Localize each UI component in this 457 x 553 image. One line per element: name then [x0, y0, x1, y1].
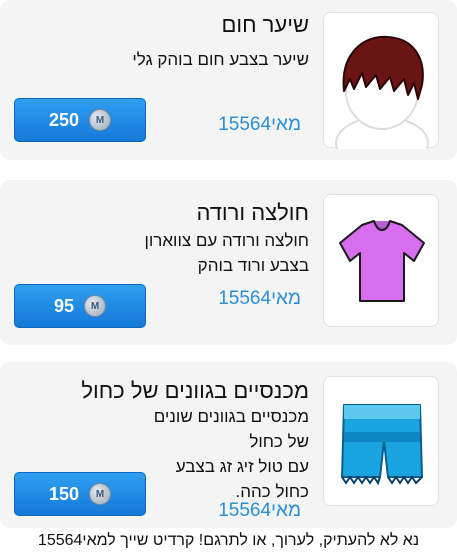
item-title: חולצה ורודה: [196, 200, 309, 225]
pink-shirt-icon: [339, 220, 425, 302]
brown-hair-icon: [335, 35, 429, 170]
item-title: מכנסיים בגוונים של כחול: [81, 378, 309, 403]
author-link[interactable]: מאי15564: [218, 500, 301, 522]
buy-button[interactable]: 250 M: [14, 98, 146, 142]
author-link[interactable]: מאי15564: [218, 114, 301, 136]
author-link[interactable]: מאי15564: [218, 288, 301, 310]
price-label: 250: [48, 109, 80, 130]
item-thumbnail[interactable]: [323, 376, 439, 506]
coin-icon: M: [84, 295, 107, 317]
description-line: בצבע ורוד בוהק: [197, 256, 309, 275]
description-line: שיער בצבע חום בוהק גלי: [132, 50, 309, 69]
coin-icon: M: [89, 483, 112, 505]
item-description: חולצה ורודה עם צווארון בצבע ורוד בוהק: [69, 228, 309, 278]
coin-icon: M: [89, 109, 112, 131]
item-card-blue-shorts[interactable]: מכנסיים בגוונים של כחול מכנסיים בגוונים …: [0, 362, 457, 528]
item-card-brown-hair[interactable]: שיער חום שיער בצבע חום בוהק גלי מאי15564…: [0, 0, 457, 170]
description-line: של כחול: [249, 432, 309, 451]
item-description: שיער בצבע חום בוהק גלי: [89, 47, 309, 72]
description-line: מכנסיים בגוונים שונים: [153, 407, 309, 426]
item-thumbnail[interactable]: [323, 194, 439, 327]
price-label: 95: [53, 295, 75, 316]
credit-notice: נא לא להעתיק, לערוך, או לתרגם! קרדיט שיי…: [0, 528, 457, 553]
item-title: שיער חום: [221, 12, 309, 37]
item-thumbnail[interactable]: [323, 12, 439, 170]
blue-shorts-icon: [341, 404, 423, 486]
buy-button[interactable]: 150 M: [14, 472, 146, 516]
price-label: 150: [48, 483, 80, 504]
buy-button[interactable]: 95 M: [14, 284, 146, 328]
description-line: חולצה ורודה עם צווארון: [144, 231, 309, 250]
item-card-pink-shirt[interactable]: חולצה ורודה חולצה ורודה עם צווארון בצבע …: [0, 180, 457, 345]
